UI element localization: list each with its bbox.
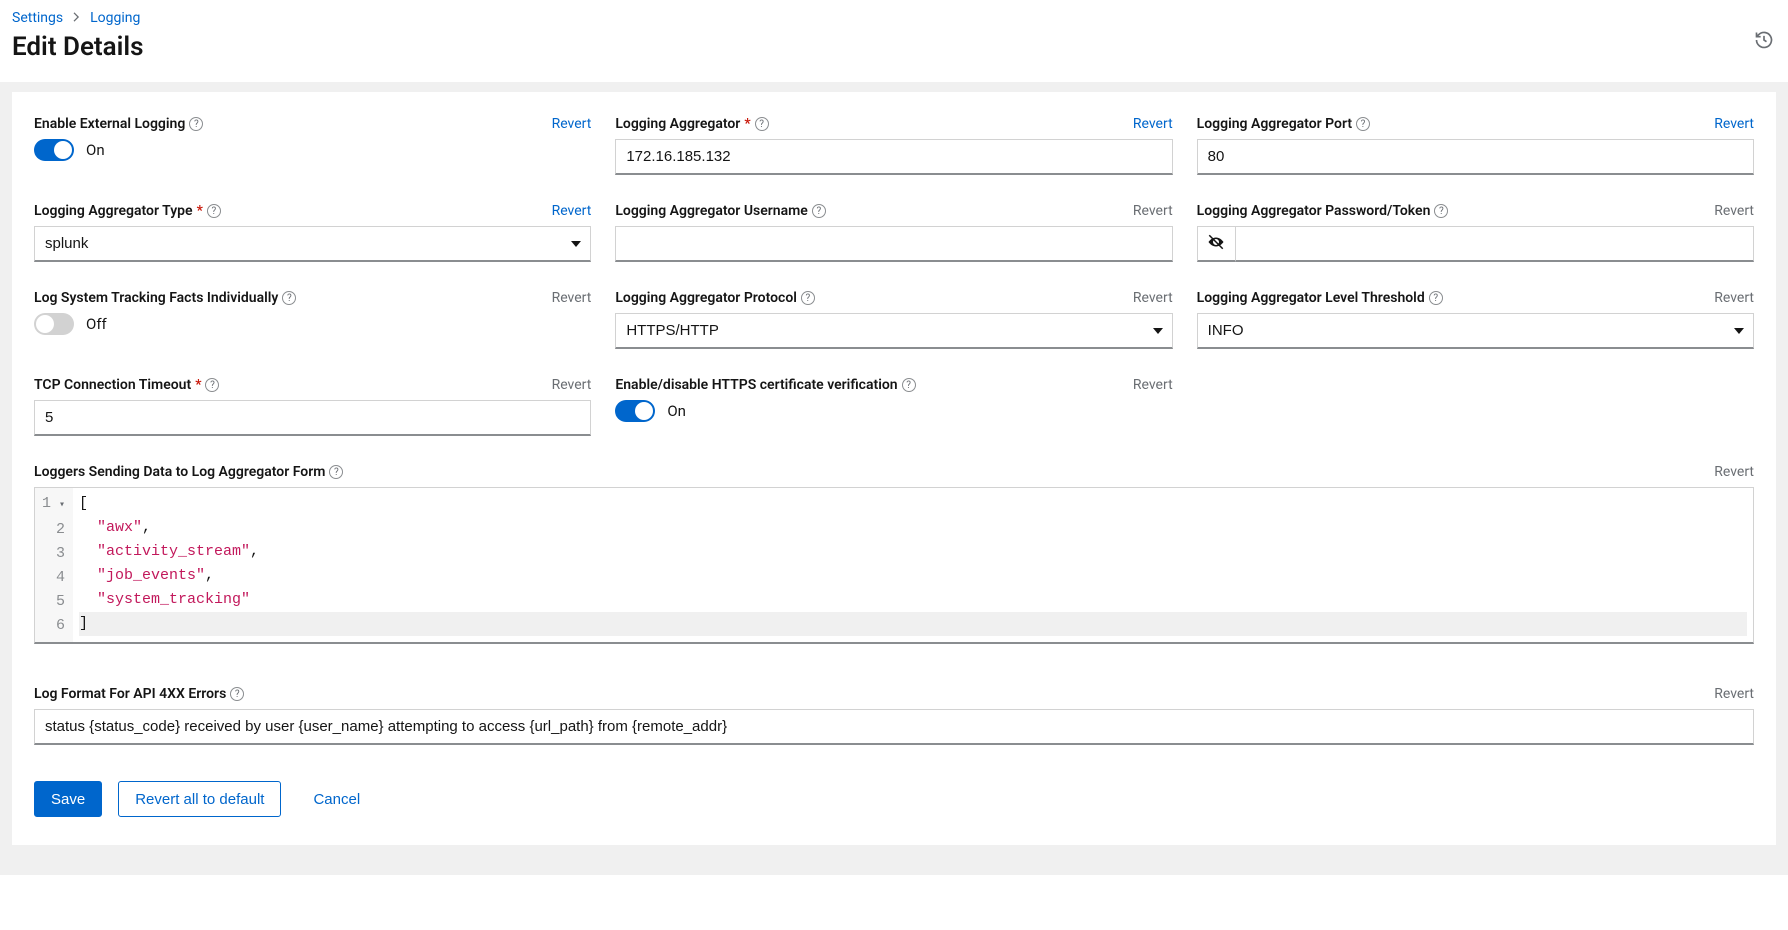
save-button[interactable]: Save (34, 781, 102, 817)
toggle-state-label: On (667, 402, 686, 420)
breadcrumb-logging[interactable]: Logging (90, 10, 140, 26)
field-enable-external-logging: Enable External Logging ? Revert On (34, 116, 591, 175)
breadcrumb-settings[interactable]: Settings (12, 10, 63, 26)
field-log-format: Log Format For API 4XX Errors ? Revert (34, 686, 1754, 745)
log-format-input[interactable] (34, 709, 1754, 745)
logging-aggregator-port-input[interactable] (1197, 139, 1754, 175)
toggle-password-visibility[interactable] (1197, 226, 1235, 262)
revert-link[interactable]: Revert (552, 203, 592, 219)
eye-off-icon (1207, 233, 1225, 254)
code-body[interactable]: [ "awx", "activity_stream", "job_events"… (73, 488, 1753, 642)
revert-link[interactable]: Revert (1714, 686, 1754, 702)
toggle-state-label: Off (86, 315, 107, 333)
revert-link[interactable]: Revert (1133, 203, 1173, 219)
help-icon[interactable]: ? (1434, 204, 1448, 218)
track-facts-toggle[interactable] (34, 313, 74, 335)
logging-aggregator-input[interactable] (615, 139, 1172, 175)
cert-verify-toggle[interactable] (615, 400, 655, 422)
field-track-facts: Log System Tracking Facts Individually ?… (34, 290, 591, 349)
field-label: Enable External Logging ? (34, 116, 203, 132)
field-logging-aggregator-level: Logging Aggregator Level Threshold ? Rev… (1197, 290, 1754, 349)
code-gutter: 1 ▾23456 (35, 488, 73, 642)
help-icon[interactable]: ? (1356, 117, 1370, 131)
field-label: Logging Aggregator Password/Token ? (1197, 203, 1449, 219)
revert-link[interactable]: Revert (552, 116, 592, 132)
revert-link[interactable]: Revert (1133, 290, 1173, 306)
logging-aggregator-password-input[interactable] (1235, 226, 1754, 262)
revert-link[interactable]: Revert (1714, 116, 1754, 132)
field-label: Logging Aggregator Level Threshold ? (1197, 290, 1443, 306)
cancel-button[interactable]: Cancel (297, 781, 376, 817)
field-logging-aggregator-port: Logging Aggregator Port ? Revert (1197, 116, 1754, 175)
logging-aggregator-level-select[interactable]: INFO (1197, 313, 1754, 349)
field-label: Logging Aggregator Port ? (1197, 116, 1370, 132)
history-button[interactable] (1754, 30, 1774, 53)
help-icon[interactable]: ? (902, 378, 916, 392)
page-title: Edit Details (12, 32, 1776, 62)
help-icon[interactable]: ? (812, 204, 826, 218)
help-icon[interactable]: ? (801, 291, 815, 305)
field-cert-verify: Enable/disable HTTPS certificate verific… (615, 377, 1172, 436)
tcp-timeout-input[interactable] (34, 400, 591, 436)
help-icon[interactable]: ? (207, 204, 221, 218)
revert-link[interactable]: Revert (1714, 203, 1754, 219)
help-icon[interactable]: ? (205, 378, 219, 392)
field-label: Logging Aggregator Type * ? (34, 203, 221, 219)
revert-link[interactable]: Revert (1714, 290, 1754, 306)
form-card: Enable External Logging ? Revert On Logg… (12, 92, 1776, 845)
help-icon[interactable]: ? (189, 117, 203, 131)
history-icon (1754, 38, 1774, 53)
revert-link[interactable]: Revert (1714, 464, 1754, 480)
field-label: Logging Aggregator Username ? (615, 203, 826, 219)
page-header: Settings Logging Edit Details (0, 0, 1788, 82)
field-logging-aggregator-protocol: Logging Aggregator Protocol ? Revert HTT… (615, 290, 1172, 349)
help-icon[interactable]: ? (230, 687, 244, 701)
form-actions: Save Revert all to default Cancel (34, 781, 1754, 817)
field-logging-aggregator-password: Logging Aggregator Password/Token ? Reve… (1197, 203, 1754, 262)
enable-external-logging-toggle[interactable] (34, 139, 74, 161)
help-icon[interactable]: ? (1429, 291, 1443, 305)
revert-all-button[interactable]: Revert all to default (118, 781, 281, 817)
field-loggers: Loggers Sending Data to Log Aggregator F… (34, 464, 1754, 644)
field-logging-aggregator: Logging Aggregator * ? Revert (615, 116, 1172, 175)
field-label: Log System Tracking Facts Individually ? (34, 290, 296, 306)
field-logging-aggregator-type: Logging Aggregator Type * ? Revert splun… (34, 203, 591, 262)
field-label: Log Format For API 4XX Errors ? (34, 686, 244, 702)
help-icon[interactable]: ? (282, 291, 296, 305)
revert-link[interactable]: Revert (552, 290, 592, 306)
logging-aggregator-protocol-select[interactable]: HTTPS/HTTP (615, 313, 1172, 349)
loggers-code-editor[interactable]: 1 ▾23456 [ "awx", "activity_stream", "jo… (34, 487, 1754, 644)
toggle-state-label: On (86, 141, 105, 159)
field-tcp-timeout: TCP Connection Timeout * ? Revert (34, 377, 591, 436)
logging-aggregator-username-input[interactable] (615, 226, 1172, 262)
field-empty (1197, 377, 1754, 436)
chevron-right-icon (73, 11, 80, 25)
field-label: Loggers Sending Data to Log Aggregator F… (34, 464, 343, 480)
revert-link[interactable]: Revert (1133, 377, 1173, 393)
revert-link[interactable]: Revert (552, 377, 592, 393)
breadcrumb: Settings Logging (12, 10, 1776, 26)
field-logging-aggregator-username: Logging Aggregator Username ? Revert (615, 203, 1172, 262)
revert-link[interactable]: Revert (1133, 116, 1173, 132)
logging-aggregator-type-select[interactable]: splunk (34, 226, 591, 262)
field-label: Logging Aggregator Protocol ? (615, 290, 815, 306)
field-label: Enable/disable HTTPS certificate verific… (615, 377, 915, 393)
help-icon[interactable]: ? (755, 117, 769, 131)
field-label: TCP Connection Timeout * ? (34, 377, 219, 393)
help-icon[interactable]: ? (329, 465, 343, 479)
field-label: Logging Aggregator * ? (615, 116, 768, 132)
